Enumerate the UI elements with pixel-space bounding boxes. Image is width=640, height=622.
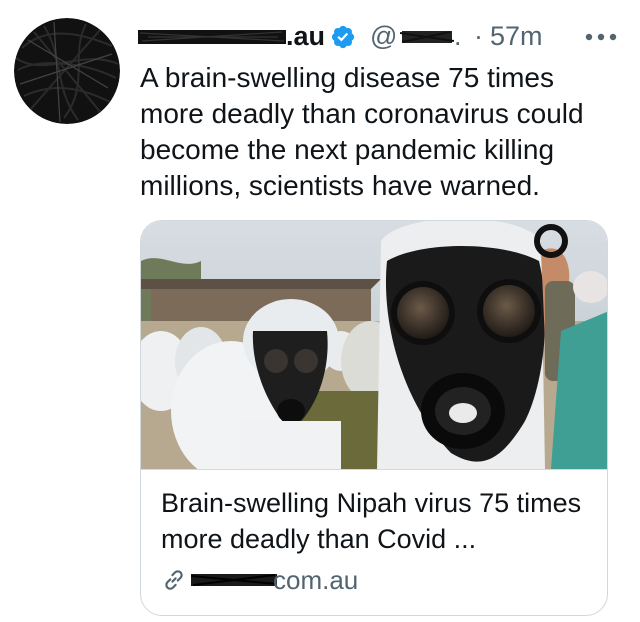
card-image[interactable] bbox=[141, 221, 608, 470]
tweet[interactable]: .au @ . · 57m A brain-swelling disease 7… bbox=[0, 0, 640, 622]
link-icon bbox=[165, 570, 183, 590]
handle-prefix[interactable]: @ bbox=[370, 14, 397, 58]
domain-redaction bbox=[191, 574, 277, 586]
display-name[interactable]: .au bbox=[286, 14, 325, 58]
card-title[interactable]: Brain-swelling Nipah virus 75 times more… bbox=[161, 485, 591, 557]
handle-ellipsis: . bbox=[454, 21, 462, 51]
avatar[interactable] bbox=[14, 18, 120, 124]
verified-badge-icon bbox=[331, 25, 355, 49]
avatar-redaction-scribble bbox=[14, 18, 120, 124]
display-name-redaction bbox=[138, 30, 286, 44]
more-dots-icon[interactable] bbox=[584, 32, 618, 42]
separator-dot: · bbox=[474, 21, 483, 51]
tweet-header: .au @ . · 57m bbox=[138, 14, 618, 58]
card-domain[interactable]: com.au bbox=[161, 563, 591, 597]
link-preview-card[interactable]: Brain-swelling Nipah virus 75 times more… bbox=[140, 220, 608, 616]
handle-redaction bbox=[400, 31, 454, 43]
timestamp[interactable]: 57m bbox=[490, 14, 543, 58]
card-domain-text: com.au bbox=[273, 565, 359, 595]
tweet-text: A brain-swelling disease 75 times more d… bbox=[140, 62, 584, 201]
